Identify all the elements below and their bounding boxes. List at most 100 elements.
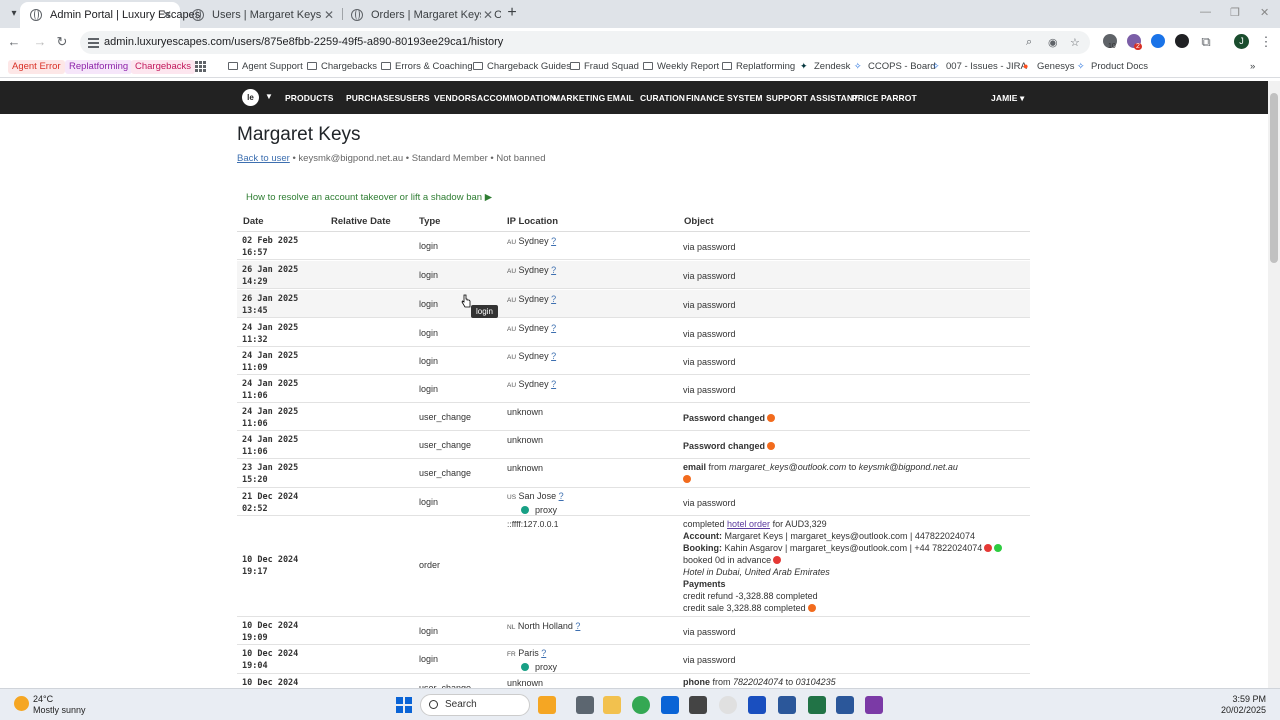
ip-info-link[interactable]: ?	[551, 379, 556, 389]
profile-avatar[interactable]: J	[1234, 34, 1249, 49]
object-cell: phone from 7822024074 to 03104235	[683, 677, 836, 687]
type-cell: login	[419, 626, 439, 636]
bookmark-folder-agent-support[interactable]: Agent Support	[228, 61, 303, 72]
nav-finance[interactable]: FINANCE	[686, 93, 724, 103]
column-header-type[interactable]: Type	[419, 216, 440, 227]
ip-info-link[interactable]: ?	[541, 648, 546, 658]
extension-icon[interactable]	[1175, 34, 1189, 48]
windows-start-icon[interactable]	[396, 697, 412, 713]
app-icon[interactable]	[719, 696, 737, 714]
more-bookmarks-chevron-icon[interactable]: »	[1250, 61, 1255, 72]
bookmark-chargebacks-pill[interactable]: Chargebacks	[131, 60, 195, 74]
nav-price-parrot[interactable]: PRICE PARROT	[852, 93, 917, 103]
minimize-window-icon[interactable]: —	[1200, 6, 1211, 18]
bookmark-label: 007 - Issues - JIRA	[946, 61, 1027, 72]
nav-products[interactable]: PRODUCTS	[285, 93, 334, 103]
forward-arrow-icon[interactable]: →	[32, 34, 48, 50]
system-clock[interactable]: 3:59 PM 20/02/2025	[1218, 694, 1266, 716]
teams-icon[interactable]	[748, 696, 766, 714]
ip-info-link[interactable]: ?	[551, 294, 556, 304]
taskbar-search[interactable]: Search	[420, 694, 530, 716]
luxury-escapes-logo[interactable]: le	[242, 89, 259, 106]
browser-tab-admin-portal[interactable]: Admin Portal | Luxury Escapes ✕	[20, 2, 200, 28]
teams-icon[interactable]	[865, 696, 883, 714]
restore-window-icon[interactable]: ❐	[1230, 6, 1240, 19]
extension-icon[interactable]	[1151, 34, 1165, 48]
calculator-icon[interactable]	[808, 696, 826, 714]
chevron-down-icon[interactable]: ▼	[265, 92, 273, 101]
nav-accommodation[interactable]: ACCOMMODATION	[477, 93, 556, 103]
account-takeover-help-link[interactable]: How to resolve an account takeover or li…	[246, 192, 492, 203]
scrollbar-thumb[interactable]	[1270, 93, 1278, 263]
zoom-icon[interactable]: ⌕	[1026, 36, 1032, 49]
column-header-object[interactable]: Object	[684, 216, 714, 227]
close-tab-icon[interactable]: ✕	[324, 2, 334, 28]
nav-curation[interactable]: CURATION	[640, 93, 685, 103]
bookmark-genesys[interactable]: ● Genesys	[1023, 61, 1075, 72]
app-icon[interactable]	[778, 696, 796, 714]
browser-tab-orders[interactable]: Orders | Margaret Keys | Order ✕	[341, 2, 501, 28]
bookmark-folder-weekly-report[interactable]: Weekly Report	[643, 61, 719, 72]
nav-support-assistant[interactable]: SUPPORT ASSISTANT	[766, 93, 858, 103]
site-settings-icon[interactable]	[88, 37, 99, 48]
nav-vendors[interactable]: VENDORS	[434, 93, 477, 103]
weather-widget[interactable]: 24°C Mostly sunny	[33, 694, 86, 716]
bookmark-zendesk[interactable]: ✦ Zendesk	[800, 61, 850, 72]
weather-sun-icon[interactable]	[14, 696, 29, 711]
column-header-relative-date[interactable]: Relative Date	[331, 216, 391, 227]
chrome-icon[interactable]	[632, 696, 650, 714]
history-page: Margaret Keys Back to user • keysmk@bigp…	[0, 114, 1268, 688]
bookmark-agent-error[interactable]: Agent Error	[8, 60, 65, 74]
bookmark-007-issues-jira[interactable]: ✧ 007 - Issues - JIRA	[932, 61, 1027, 72]
ip-info-link[interactable]: ?	[551, 323, 556, 333]
column-header-ip-location[interactable]: IP Location	[507, 216, 558, 227]
close-window-icon[interactable]: ✕	[1260, 6, 1269, 19]
browser-menu-icon[interactable]: ⋮	[1258, 34, 1274, 50]
back-to-user-link[interactable]: Back to user	[237, 153, 290, 164]
word-icon[interactable]	[836, 696, 854, 714]
nav-marketing[interactable]: MARKETING	[553, 93, 605, 103]
taskbar-app-icon[interactable]	[538, 696, 556, 714]
extensions-puzzle-icon[interactable]: ⧉	[1198, 34, 1214, 50]
snipping-tool-icon[interactable]	[689, 696, 707, 714]
browser-tab-users[interactable]: Users | Margaret Keys ✕	[182, 2, 342, 28]
close-tab-icon[interactable]: ✕	[480, 2, 493, 28]
nav-user-menu[interactable]: JAMIE ▾	[991, 93, 1024, 104]
bookmark-ccops-board[interactable]: ✧ CCOPS - Board	[854, 61, 936, 72]
nav-system[interactable]: SYSTEM	[727, 93, 763, 103]
page-scrollbar[interactable]	[1268, 81, 1280, 688]
eye-slash-icon[interactable]: ◉	[1048, 36, 1058, 49]
bookmark-label: Weekly Report	[657, 61, 720, 72]
table-row: 24 Jan 2025 11:06 user_change unknown Pas…	[237, 431, 1030, 459]
nav-users[interactable]: USERS	[400, 93, 430, 103]
bookmark-folder-chargebacks[interactable]: Chargebacks	[307, 61, 377, 72]
hotel-order-link[interactable]: hotel order	[727, 519, 770, 529]
bookmark-replatforming-pill[interactable]: Replatforming	[65, 60, 133, 74]
ip-info-link[interactable]: ?	[575, 621, 580, 631]
nav-email[interactable]: EMAIL	[607, 93, 634, 103]
close-tab-icon[interactable]: ✕	[162, 2, 172, 28]
bookmark-star-icon[interactable]: ☆	[1070, 36, 1080, 49]
bookmark-product-docs[interactable]: ✧ Product Docs	[1077, 61, 1148, 72]
bookmark-folder-fraud-squad[interactable]: Fraud Squad	[570, 61, 639, 72]
outlook-icon[interactable]	[661, 696, 679, 714]
address-bar[interactable]: admin.luxuryescapes.com/users/875e8fbb-2…	[80, 31, 1090, 54]
extension-badge: 2	[1134, 43, 1142, 50]
new-tab-button[interactable]: +	[503, 3, 521, 23]
file-explorer-icon[interactable]	[603, 696, 621, 714]
apps-grid-icon[interactable]	[195, 61, 206, 72]
nav-purchases[interactable]: PURCHASES	[346, 93, 400, 103]
url-text[interactable]: admin.luxuryescapes.com/users/875e8fbb-2…	[104, 36, 503, 48]
bookmark-folder-errors-coaching[interactable]: Errors & Coaching	[381, 61, 473, 72]
ip-info-link[interactable]: ?	[551, 351, 556, 361]
back-arrow-icon[interactable]: ←	[6, 34, 22, 50]
reload-icon[interactable]: ↻	[54, 34, 70, 50]
ip-info-link[interactable]: ?	[551, 236, 556, 246]
bookmark-folder-chargeback-guides[interactable]: Chargeback Guides	[473, 61, 571, 72]
bookmark-folder-replatforming[interactable]: Replatforming	[722, 61, 795, 72]
ip-info-link[interactable]: ?	[559, 491, 564, 501]
ip-info-link[interactable]: ?	[551, 265, 556, 275]
column-header-date[interactable]: Date	[243, 216, 264, 227]
task-view-icon[interactable]	[576, 696, 594, 714]
object-cell: via password	[683, 357, 736, 367]
